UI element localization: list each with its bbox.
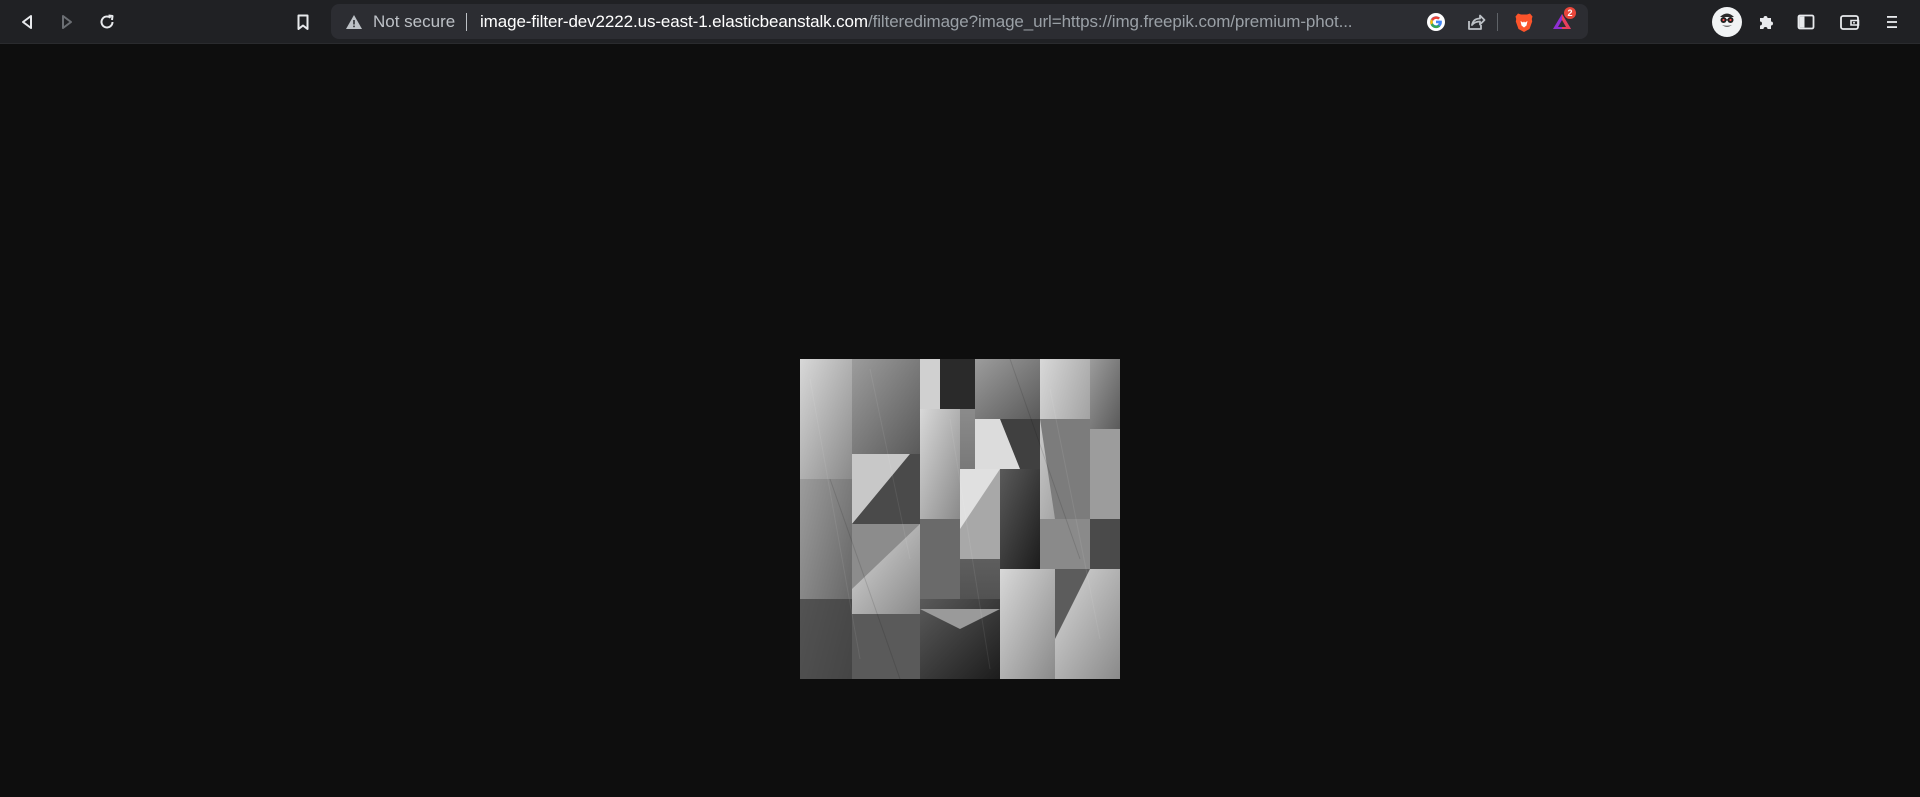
share-icon[interactable] [1465,11,1487,33]
security-divider [466,13,467,31]
wallet-button[interactable] [1834,6,1866,38]
brave-lion-icon[interactable] [1513,11,1535,33]
url-path: /filteredimage?image_url=https://img.fre… [867,12,1353,31]
profile-avatar-icon [1714,7,1740,38]
warning-triangle-icon[interactable] [345,13,363,31]
page-viewport [0,44,1920,797]
back-button[interactable] [11,6,43,38]
brave-rewards-icon[interactable]: 2 [1551,7,1576,33]
extensions-button[interactable] [1750,6,1782,38]
grayscale-geometric-blocks-image [800,359,1120,679]
wallet-icon [1839,12,1861,32]
reload-button[interactable] [91,6,123,38]
puzzle-piece-icon [1756,12,1776,32]
security-status-label[interactable]: Not secure [373,4,455,39]
reload-icon [98,13,116,31]
back-arrow-icon [18,13,36,31]
address-bar[interactable]: Not secure image-filter-dev2222.us-east-… [331,4,1588,39]
url-text[interactable]: image-filter-dev2222.us-east-1.elasticbe… [480,4,1412,39]
profile-button[interactable] [1712,7,1742,37]
bookmark-icon [294,13,312,31]
notification-count-badge: 2 [1564,7,1576,19]
bookmark-button[interactable] [287,6,319,38]
url-host: image-filter-dev2222.us-east-1.elasticbe… [480,12,868,31]
forward-arrow-icon [58,13,76,31]
main-menu-button[interactable] [1876,6,1908,38]
google-icon[interactable] [1425,11,1447,33]
sidebar-button[interactable] [1790,6,1822,38]
sidebar-icon [1796,12,1816,32]
browser-toolbar: Not secure image-filter-dev2222.us-east-… [0,0,1920,44]
omnibox-divider [1497,13,1498,31]
forward-button[interactable] [51,6,83,38]
hamburger-menu-icon [1883,13,1901,31]
